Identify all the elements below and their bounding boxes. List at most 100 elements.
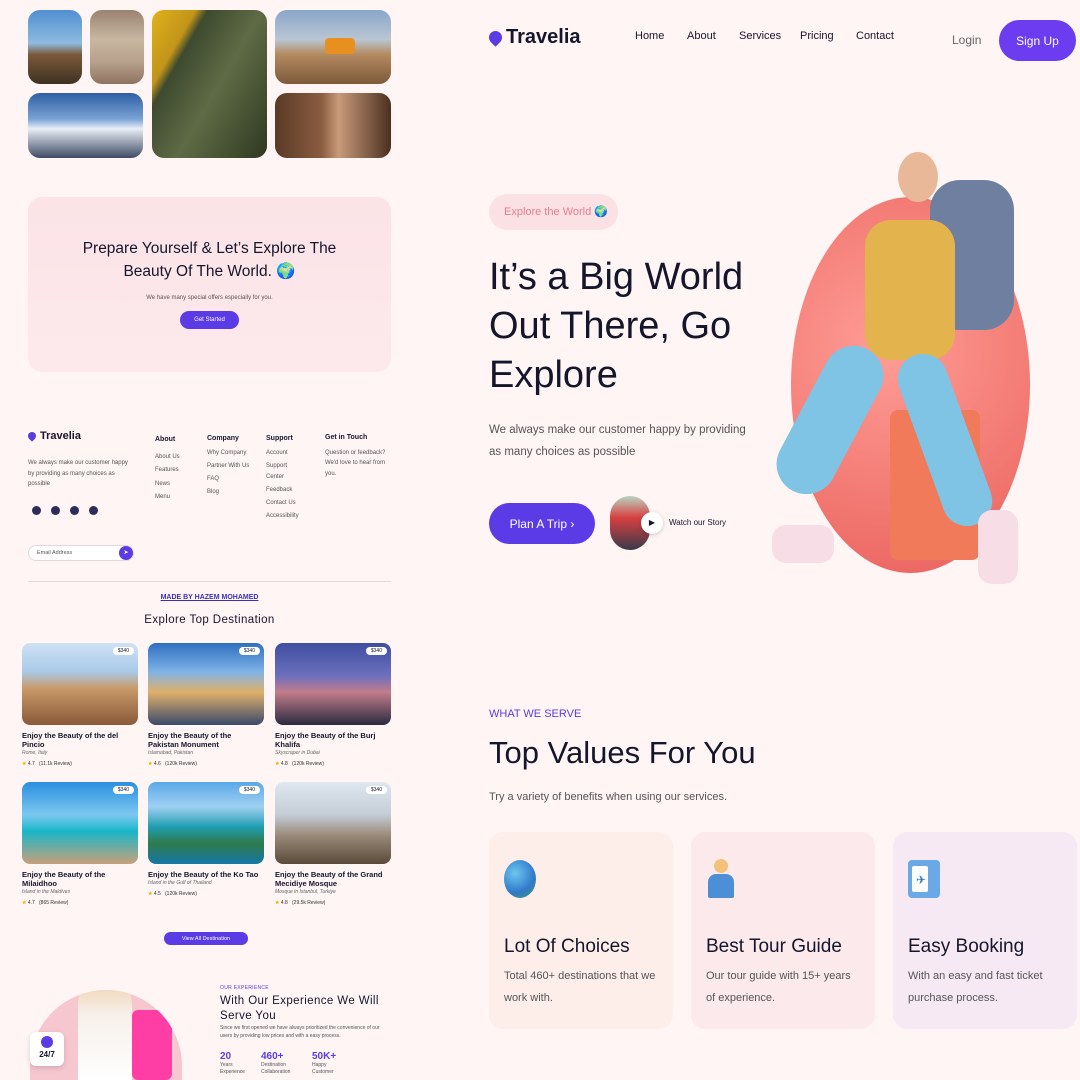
collage-photo-hiker — [28, 10, 82, 84]
value-card: Lot Of Choices Total 460+ destinations t… — [489, 832, 673, 1029]
stat-value: 20 — [220, 1051, 232, 1062]
destination-image: $340 — [275, 782, 391, 864]
stat: 50K+ Happy Customer — [312, 1051, 352, 1076]
destination-rating: ★ 4.7 (865 Review) — [22, 900, 138, 906]
nav-contact[interactable]: Contact — [856, 30, 894, 42]
price-badge: $340 — [112, 786, 134, 794]
destination-card[interactable]: $340 Enjoy the Beauty of the del Pincio … — [22, 643, 138, 767]
value-card: ✈ Easy Booking With an easy and fast tic… — [893, 832, 1077, 1029]
destination-location: Island in the Maldives — [22, 889, 71, 895]
nav-services[interactable]: Services — [739, 30, 781, 42]
experience-title: With Our Experience We Will Serve You — [220, 995, 379, 1022]
stat-label: Happy Customer — [312, 1062, 334, 1075]
support-icon — [41, 1036, 53, 1048]
linkedin-icon[interactable] — [70, 506, 79, 515]
destination-image: $340 — [22, 643, 138, 725]
send-arrow-icon[interactable]: ➤ — [119, 546, 133, 560]
star-icon: ★ — [275, 761, 280, 767]
price-badge: $340 — [238, 647, 260, 655]
rating-value: 4.6 — [153, 761, 161, 767]
cta-subtitle: We have many special offers especially f… — [146, 295, 273, 301]
destination-title: Enjoy the Beauty of the Ko Tao — [148, 870, 259, 879]
footer-link[interactable]: Accessibility — [266, 511, 306, 522]
instagram-icon[interactable] — [51, 506, 60, 515]
nav-about[interactable]: About — [687, 30, 716, 42]
footer-col-title: Get in Touch — [325, 434, 368, 441]
nav-pricing[interactable]: Pricing — [800, 30, 834, 42]
location-pin-icon — [486, 28, 505, 47]
destination-rating: ★ 4.5 (120k Review) — [148, 891, 264, 897]
footer-link[interactable]: News — [155, 478, 200, 492]
destination-title: Enjoy the Beauty of the Burj Khalifa — [275, 731, 376, 749]
collage-photo-climb — [275, 93, 391, 158]
value-card-title: Easy Booking — [908, 936, 1025, 957]
facebook-icon[interactable] — [32, 506, 41, 515]
stat: 460+ Destination Collaboration — [261, 1051, 309, 1076]
stat-value: 460+ — [261, 1051, 284, 1062]
play-icon[interactable]: ▶ — [641, 512, 663, 534]
collage-photo-walker — [90, 10, 144, 84]
footer-link[interactable]: Support Center — [266, 461, 306, 483]
value-card-text: Our tour guide with 15+ years of experie… — [706, 970, 851, 1004]
rating-value: 4.5 — [153, 891, 161, 897]
footer-link[interactable]: Account — [266, 448, 306, 459]
nav-home[interactable]: Home — [635, 30, 664, 42]
price-badge: $340 — [365, 786, 387, 794]
get-started-button[interactable]: Get Started — [180, 311, 239, 329]
footer-link[interactable]: Features — [155, 464, 200, 478]
review-count: (120k Review) — [165, 891, 197, 897]
hero-traveler-image — [765, 140, 1030, 590]
watch-story-label[interactable]: Watch our Story — [669, 518, 726, 527]
destination-card[interactable]: $340 Enjoy the Beauty of the Burj Khalif… — [275, 643, 391, 767]
destination-card[interactable]: $340 Enjoy the Beauty of the Milaidhoo I… — [22, 782, 138, 906]
guide-icon — [706, 859, 738, 899]
destination-card[interactable]: $340 Enjoy the Beauty of the Pakistan Mo… — [148, 643, 264, 767]
hero-subtitle: We always make our customer happy by pro… — [489, 424, 746, 458]
experience-eyebrow: OUR EXPERIENCE — [220, 985, 269, 991]
sign-up-button[interactable]: Sign Up — [999, 20, 1076, 61]
github-icon[interactable] — [89, 506, 98, 515]
destination-card[interactable]: $340 Enjoy the Beauty of the Grand Mecid… — [275, 782, 391, 906]
footer-link[interactable]: Partner With Us — [207, 461, 253, 472]
destination-image: $340 — [22, 782, 138, 864]
destination-rating: ★ 4.6 (120k Review) — [148, 761, 264, 767]
footer-link[interactable]: Contact Us — [266, 498, 306, 509]
footer-link[interactable]: About Us — [155, 451, 200, 465]
star-icon: ★ — [22, 761, 27, 767]
destination-location: Skyscraper in Dubai — [275, 750, 320, 756]
login-link[interactable]: Login — [952, 33, 981, 47]
stat-value: 50K+ — [312, 1051, 337, 1062]
footer-divider — [28, 581, 391, 582]
star-icon: ★ — [148, 761, 153, 767]
made-by-link[interactable]: MADE BY HAZEM MOHAMED — [28, 594, 391, 601]
destination-rating: ★ 4.8 (120k Review) — [275, 761, 391, 767]
view-all-destinations-button[interactable]: View All Destination — [164, 932, 248, 945]
destination-image: $340 — [275, 643, 391, 725]
hero-title: It’s a Big World Out There, Go Explore — [489, 256, 744, 396]
value-card-title: Best Tour Guide — [706, 936, 842, 957]
footer-link[interactable]: Feedback — [266, 485, 306, 496]
footer-col-about: About About Us Features News Menu — [155, 433, 200, 505]
destination-image: $340 — [148, 643, 264, 725]
review-count: (865 Review) — [39, 900, 69, 906]
header-logo[interactable]: Travelia — [486, 26, 581, 49]
footer-logo[interactable]: Travelia — [26, 430, 81, 442]
footer-col-contact: Get in Touch Question or feedback? We'd … — [325, 433, 391, 479]
support-badge: 24/7 — [30, 1032, 64, 1066]
plan-trip-button[interactable]: Plan A Trip › — [489, 503, 595, 544]
collage-photo-forest-van — [152, 10, 267, 158]
footer-link[interactable]: Menu — [155, 491, 200, 505]
value-card-text: Total 460+ destinations that we work wit… — [504, 970, 656, 1004]
footer-link[interactable]: FAQ — [207, 474, 253, 485]
destination-rating: ★ 4.8 (29.5k Review) — [275, 900, 391, 906]
star-icon: ★ — [148, 891, 153, 897]
stat-label: Years Experience — [220, 1062, 246, 1075]
price-badge: $340 — [365, 647, 387, 655]
cta-banner: Prepare Yourself & Let’s Explore The Bea… — [28, 197, 391, 372]
destination-card[interactable]: $340 Enjoy the Beauty of the Ko Tao Isla… — [148, 782, 264, 897]
footer-col-company: Company Why Company Partner With Us FAQ … — [207, 433, 253, 498]
star-icon: ★ — [275, 900, 280, 906]
footer-link[interactable]: Why Company — [207, 448, 253, 459]
value-card: Best Tour Guide Our tour guide with 15+ … — [691, 832, 875, 1029]
footer-link[interactable]: Blog — [207, 487, 253, 498]
